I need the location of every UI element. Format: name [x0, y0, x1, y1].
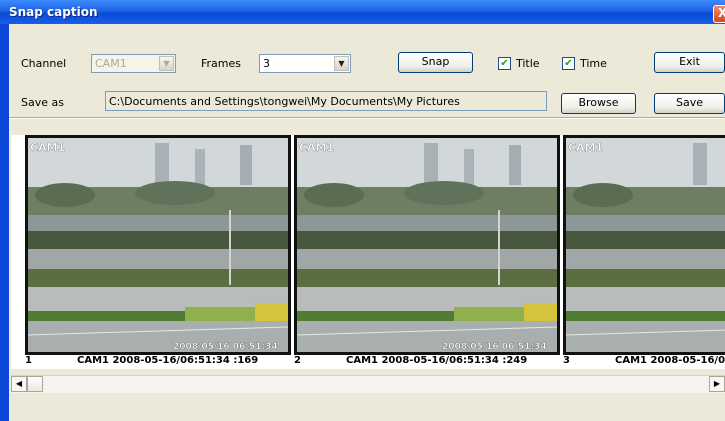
- osd-stamp: 2008/05/16 06:51:34: [173, 342, 278, 352]
- osd-channel: CAM1: [299, 141, 334, 154]
- close-icon: X: [718, 6, 725, 20]
- snap-button[interactable]: Snap: [398, 52, 473, 73]
- time-checkbox[interactable]: ✔: [562, 57, 575, 70]
- osd-stamp: 2008/05/16 06:51:34: [442, 342, 547, 352]
- close-button[interactable]: X: [713, 5, 725, 23]
- scroll-left-button[interactable]: ◀: [11, 376, 27, 392]
- frame-caption: CAM1 2008-05-16/06:51:34 :169: [77, 355, 259, 366]
- channel-label: Channel: [21, 57, 67, 70]
- arrow-right-icon: ▶: [713, 379, 721, 388]
- horizontal-scrollbar[interactable]: ◀ ▶: [11, 375, 725, 393]
- time-checkbox-label: Time: [580, 57, 607, 70]
- browse-button[interactable]: Browse: [561, 93, 636, 114]
- chevron-down-icon: ▼: [334, 56, 349, 71]
- title-bar[interactable]: Snap caption X: [0, 0, 725, 24]
- divider: [9, 117, 725, 119]
- saveas-path-field[interactable]: C:\Documents and Settings\tongwei\My Doc…: [105, 91, 547, 111]
- channel-select-value: CAM1: [95, 57, 127, 70]
- snapshot-strip: CAM1 2008/05/16 06:51:34 1 CAM1 2008-05-…: [11, 135, 725, 369]
- frames-select-value: 3: [263, 57, 270, 70]
- check-icon: ✔: [564, 58, 573, 69]
- snapshot-frame-2[interactable]: CAM1 2008/05/16 06:51:34 2 CAM1 2008-05-…: [294, 135, 560, 368]
- check-icon: ✔: [500, 58, 509, 69]
- title-checkbox[interactable]: ✔: [498, 57, 511, 70]
- frames-select[interactable]: 3 ▼: [259, 54, 351, 73]
- snap-caption-window: Snap caption X Channel CAM1 ▼ Frames 3 ▼…: [0, 0, 725, 421]
- scroll-right-button[interactable]: ▶: [709, 376, 725, 392]
- snapshot-image: CAM1 2008/05/16 06:51:34: [294, 135, 560, 355]
- snapshot-image: CAM1 2008/05/16 06:51:34: [25, 135, 291, 355]
- dialog-body: Channel CAM1 ▼ Frames 3 ▼ Snap ✔ Title ✔…: [9, 24, 725, 421]
- frames-label: Frames: [201, 57, 242, 70]
- saveas-path-value: C:\Documents and Settings\tongwei\My Doc…: [109, 95, 460, 108]
- scroll-thumb[interactable]: [27, 376, 43, 392]
- channel-select[interactable]: CAM1 ▼: [91, 54, 176, 73]
- snapshot-frame-1[interactable]: CAM1 2008/05/16 06:51:34 1 CAM1 2008-05-…: [25, 135, 291, 368]
- frame-caption: CAM1 2008-05-16/06:: [615, 355, 725, 366]
- osd-channel: CAM1: [30, 141, 65, 154]
- save-button[interactable]: Save: [654, 93, 725, 114]
- frame-index: 1: [25, 355, 32, 366]
- title-checkbox-label: Title: [516, 57, 540, 70]
- snapshot-image: CAM1: [563, 135, 725, 355]
- frame-index: 3: [563, 355, 570, 366]
- exit-button[interactable]: Exit: [654, 52, 725, 73]
- frame-caption: CAM1 2008-05-16/06:51:34 :249: [346, 355, 528, 366]
- osd-channel: CAM1: [568, 141, 603, 154]
- arrow-left-icon: ◀: [15, 379, 23, 388]
- chevron-down-icon: ▼: [159, 56, 174, 71]
- window-title: Snap caption: [9, 5, 98, 19]
- frame-index: 2: [294, 355, 301, 366]
- saveas-label: Save as: [21, 96, 64, 109]
- snapshot-frame-3[interactable]: CAM1 3 CAM1 2008-05-16/06:: [563, 135, 725, 368]
